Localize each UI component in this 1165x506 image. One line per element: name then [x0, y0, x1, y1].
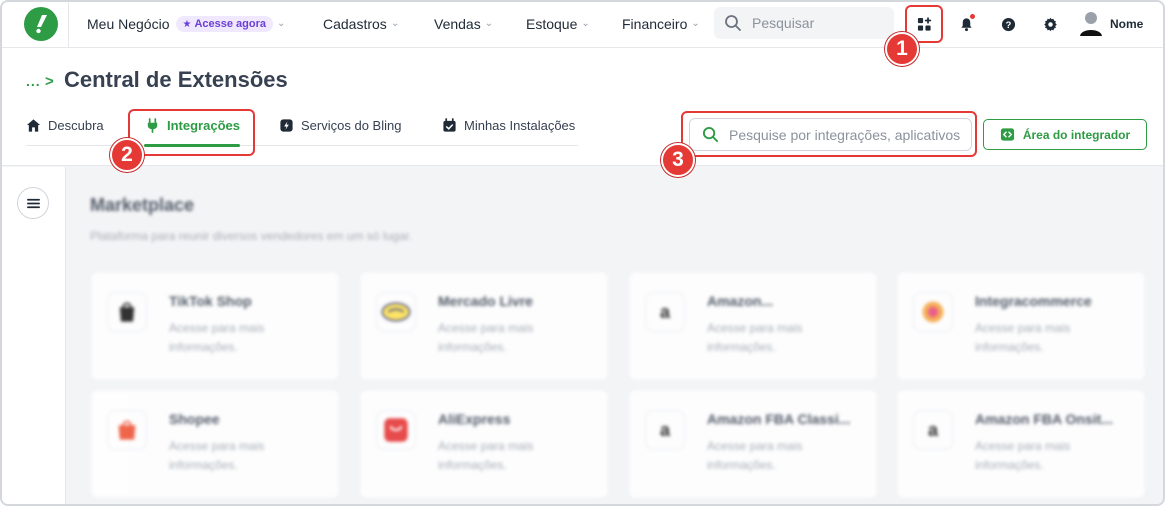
search-icon: [702, 126, 719, 143]
breadcrumb[interactable]: ...: [26, 73, 41, 89]
card-mercado-livre[interactable]: Mercado Livre Acesse para mais informaçõ…: [359, 271, 609, 381]
mercado-livre-logo-icon: [376, 292, 416, 332]
amazon-logo-icon: a: [645, 410, 685, 450]
business-label: Meu Negócio: [87, 16, 170, 32]
card-name: Amazon FBA Classi...: [707, 411, 851, 427]
card-description: Acesse para mais informações.: [438, 321, 534, 354]
amazon-logo-icon: a: [913, 410, 953, 450]
access-now-badge[interactable]: ★ Acesse agora: [175, 16, 274, 32]
global-search[interactable]: [714, 7, 894, 39]
card-amazon-fba-onsite[interactable]: a Amazon FBA Onsit... Acesse para mais i…: [896, 389, 1146, 499]
page-header: ... > Central de Extensões Descubra Inte…: [2, 48, 1163, 166]
bell-icon[interactable]: [955, 13, 977, 35]
card-name: AliExpress: [438, 411, 511, 427]
logo-divider: [68, 2, 69, 48]
step-marker-3: 3: [661, 143, 695, 177]
bolt-icon: [280, 119, 293, 132]
nav-cadastros[interactable]: Cadastros ⌄: [323, 16, 399, 32]
side-rail: [2, 167, 66, 504]
tab-servicos-do-bling[interactable]: Serviços do Bling: [279, 118, 401, 133]
apps-grid-icon[interactable]: [913, 13, 935, 35]
card-name: Integracommerce: [975, 293, 1092, 309]
code-icon: [1000, 128, 1014, 141]
top-navigation-bar: Meu Negócio ★ Acesse agora ⌄ Cadastros ⌄ V…: [2, 2, 1163, 48]
tiktok-shop-logo-icon: [107, 292, 147, 332]
tab-minhas-instalacoes[interactable]: Minhas Instalações: [442, 118, 575, 133]
card-amazon[interactable]: a Amazon... Acesse para mais informações…: [628, 271, 878, 381]
aliexpress-logo-icon: [376, 410, 416, 450]
card-name: TikTok Shop: [169, 293, 252, 309]
integracommerce-logo-icon: [913, 292, 953, 332]
bling-logo-icon[interactable]: [24, 7, 58, 41]
search-icon: [725, 15, 741, 31]
star-icon: ★: [182, 18, 192, 30]
menu-icon[interactable]: [17, 187, 49, 219]
amazon-logo-icon: a: [645, 292, 685, 332]
help-icon[interactable]: ?: [997, 13, 1019, 35]
step-marker-1: 1: [885, 32, 919, 66]
card-description: Acesse para mais informações.: [707, 439, 803, 472]
card-tiktok-shop[interactable]: TikTok Shop Acesse para mais informações…: [90, 271, 340, 381]
user-name[interactable]: Nome: [1110, 17, 1143, 31]
calendar-check-icon: [443, 118, 456, 132]
nav-estoque[interactable]: Estoque ⌄: [526, 16, 590, 32]
extension-search-input[interactable]: [729, 126, 964, 143]
card-description: Acesse para mais informações.: [707, 321, 803, 354]
breadcrumb-separator: >: [45, 73, 54, 90]
card-description: Acesse para mais informações.: [438, 439, 534, 472]
card-description: Acesse para mais informações.: [169, 439, 265, 472]
shopee-logo-icon: [107, 410, 147, 450]
card-shopee[interactable]: Shopee Acesse para mais informações.: [90, 389, 340, 499]
chevron-down-icon: ⌄: [390, 17, 400, 29]
avatar-icon[interactable]: [1079, 11, 1103, 37]
marketplace-title: Marketplace: [90, 195, 195, 215]
card-integracommerce[interactable]: Integracommerce Acesse para mais informa…: [896, 271, 1146, 381]
app-window: Meu Negócio ★ Acesse agora ⌄ Cadastros ⌄ V…: [0, 0, 1165, 506]
chevron-down-icon: ⌄: [691, 17, 700, 29]
card-name: Shopee: [169, 411, 220, 427]
chevron-down-icon: ⌄: [277, 17, 286, 29]
card-aliexpress[interactable]: AliExpress Acesse para mais informações.: [359, 389, 609, 499]
card-name: Mercado Livre: [438, 293, 533, 309]
nav-vendas[interactable]: Vendas ⌄: [434, 16, 493, 32]
marketplace-subtitle: Plataforma para reunir diversos vendedor…: [90, 229, 413, 243]
card-amazon-fba-classic[interactable]: a Amazon FBA Classi... Acesse para mais …: [628, 389, 878, 499]
page-title: Central de Extensões: [64, 67, 288, 92]
step-marker-2: 2: [110, 138, 144, 172]
card-description: Acesse para mais informações.: [975, 439, 1071, 472]
chevron-down-icon: ⌄: [581, 17, 590, 29]
extension-search[interactable]: [689, 118, 972, 151]
tab-descubra[interactable]: Descubra: [26, 118, 104, 133]
global-search-input[interactable]: [752, 15, 882, 31]
home-icon: [26, 119, 41, 132]
marketplace-section: Marketplace Plataforma para reunir diver…: [66, 167, 1163, 504]
tab-highlight-box: [128, 109, 255, 156]
chevron-down-icon: ⌄: [484, 17, 494, 29]
integrator-area-button[interactable]: Área do integrador: [983, 119, 1147, 150]
card-name: Amazon FBA Onsit...: [975, 411, 1113, 427]
card-name: Amazon...: [707, 293, 774, 309]
nav-financeiro[interactable]: Financeiro ⌄: [622, 16, 700, 32]
card-description: Acesse para mais informações.: [975, 321, 1071, 354]
gear-icon[interactable]: [1039, 13, 1061, 35]
card-description: Acesse para mais informações.: [169, 321, 265, 354]
business-menu[interactable]: Meu Negócio ★ Acesse agora ⌄: [87, 16, 285, 32]
svg-text:?: ?: [1005, 19, 1011, 29]
notification-dot: [969, 13, 976, 20]
extension-tabs: Descubra Integrações Serviços do Bling M…: [26, 114, 578, 146]
